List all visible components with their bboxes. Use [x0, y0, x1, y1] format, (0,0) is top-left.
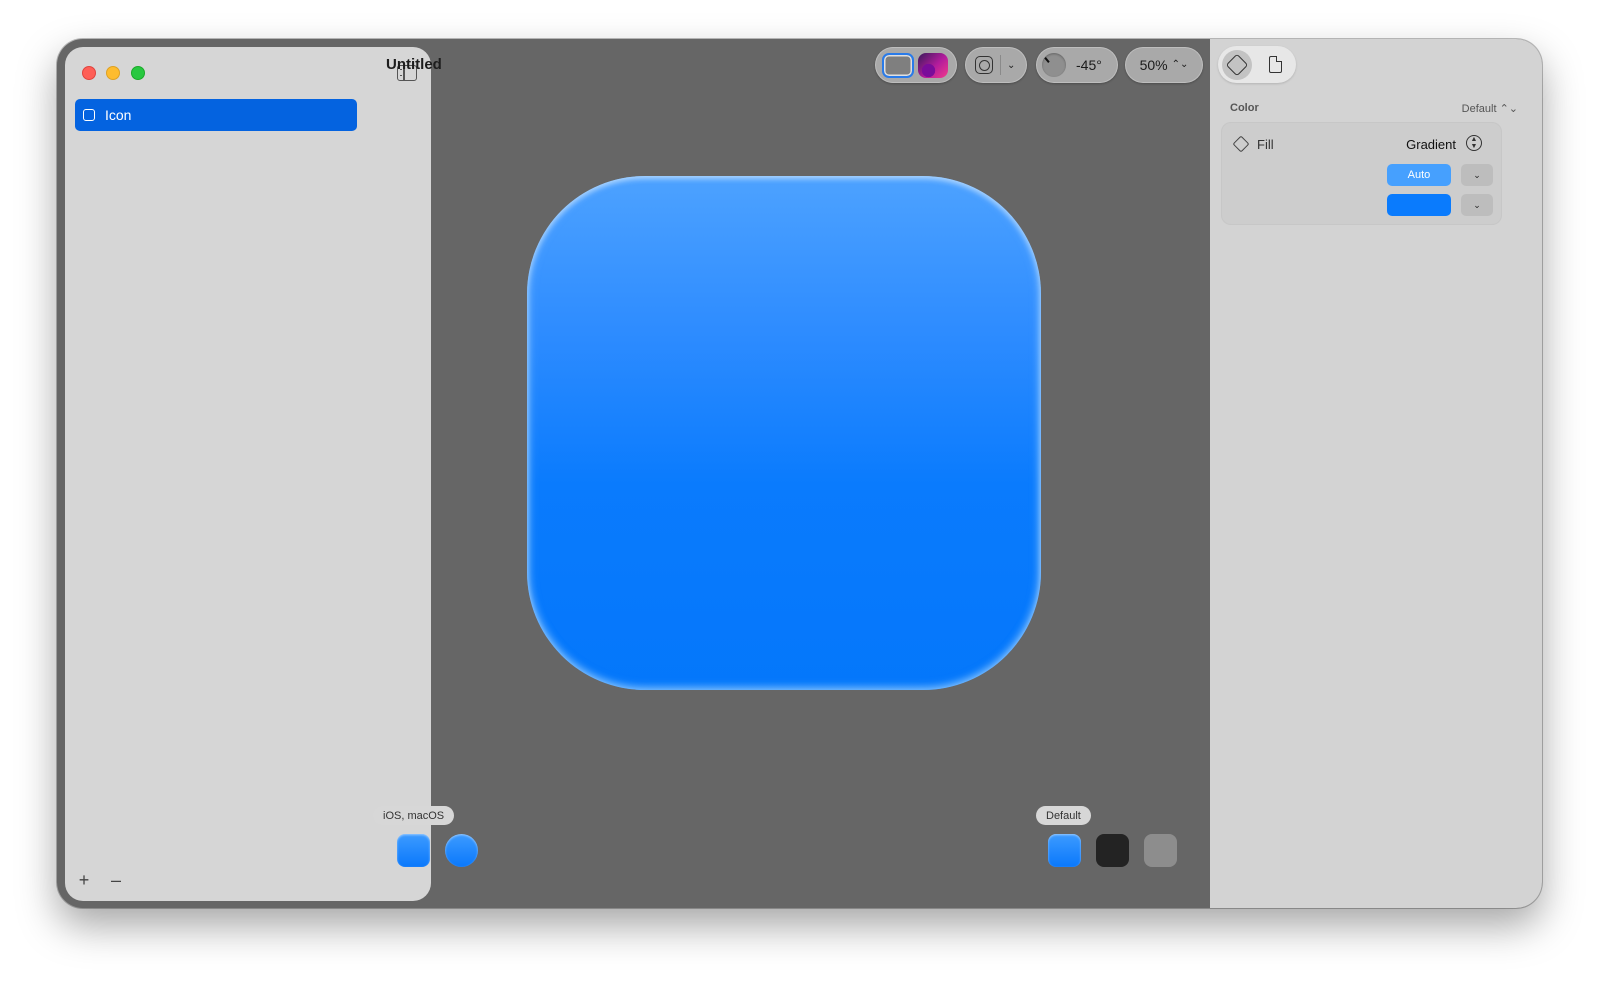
- icon-preview[interactable]: [527, 176, 1041, 690]
- fill-type-select[interactable]: Gradient: [1406, 137, 1456, 152]
- zoom-value: 50%: [1139, 57, 1168, 73]
- layer-square-icon: [83, 109, 95, 121]
- light-mode-icon[interactable]: [882, 52, 914, 78]
- chevron-down-icon[interactable]: ⌄: [1461, 164, 1493, 186]
- document-tab[interactable]: [1260, 50, 1290, 80]
- dark-appearance-preview[interactable]: [1096, 834, 1129, 867]
- up-down-arrows-icon: ⌃⌄: [1171, 59, 1189, 70]
- divider: [1000, 55, 1001, 75]
- tinted-appearance-preview[interactable]: [1144, 834, 1177, 867]
- layer-row-icon[interactable]: Icon: [75, 99, 357, 131]
- chevron-down-icon[interactable]: ⌄: [1007, 60, 1015, 71]
- default-appearance-preview[interactable]: [1048, 834, 1081, 867]
- inspector-panel: Color Default ⌃⌄ Fill Gradient ▲ ▼ Auto ⌄…: [1210, 39, 1542, 908]
- close-button[interactable]: [82, 66, 96, 80]
- rounded-square-preview[interactable]: [397, 834, 430, 867]
- zoom-button[interactable]: [131, 66, 145, 80]
- sidebar-footer: + –: [77, 870, 123, 891]
- color-section-title: Color: [1230, 102, 1259, 114]
- grid-overlay-control[interactable]: ⌄: [965, 47, 1027, 83]
- dark-mode-icon[interactable]: [918, 52, 948, 78]
- color-mode-select[interactable]: Default ⌃⌄: [1462, 102, 1518, 115]
- fill-card: Fill Gradient ▲ ▼ Auto ⌄ ⌄: [1221, 122, 1502, 225]
- gradient-stop-color[interactable]: [1387, 194, 1451, 216]
- fill-bucket-icon: [1232, 135, 1250, 153]
- layers-sidebar: Icon + –: [65, 47, 431, 901]
- fill-label: Fill: [1257, 137, 1274, 152]
- chevron-down-icon[interactable]: ⌄: [1461, 194, 1493, 216]
- gradient-stop-auto[interactable]: Auto: [1387, 164, 1451, 186]
- app-window: Icon + – Untitled ⌄ -45° 50% ⌃⌄ iOS, mac…: [57, 39, 1542, 908]
- appearance-mode-switch[interactable]: [875, 47, 957, 83]
- circle-preview[interactable]: [445, 834, 478, 867]
- light-angle-control[interactable]: -45°: [1036, 47, 1118, 83]
- paint-tab[interactable]: [1222, 49, 1252, 80]
- document-title: Untitled: [386, 56, 442, 73]
- appearance-chip[interactable]: Default: [1036, 806, 1091, 825]
- angle-knob[interactable]: [1042, 53, 1066, 77]
- angle-value: -45°: [1076, 57, 1102, 73]
- minimize-button[interactable]: [106, 66, 120, 80]
- up-down-circle-icon[interactable]: ▲ ▼: [1466, 135, 1482, 151]
- zoom-control[interactable]: 50% ⌃⌄: [1125, 47, 1203, 83]
- inspector-tabs: [1218, 46, 1296, 83]
- paint-bucket-icon: [1225, 53, 1249, 76]
- document-icon: [1268, 55, 1282, 73]
- icon-grid-icon[interactable]: [975, 56, 993, 74]
- remove-layer-button[interactable]: –: [109, 870, 123, 891]
- platform-chip[interactable]: iOS, macOS: [373, 806, 455, 825]
- add-layer-button[interactable]: +: [77, 870, 91, 891]
- layer-label: Icon: [105, 107, 132, 123]
